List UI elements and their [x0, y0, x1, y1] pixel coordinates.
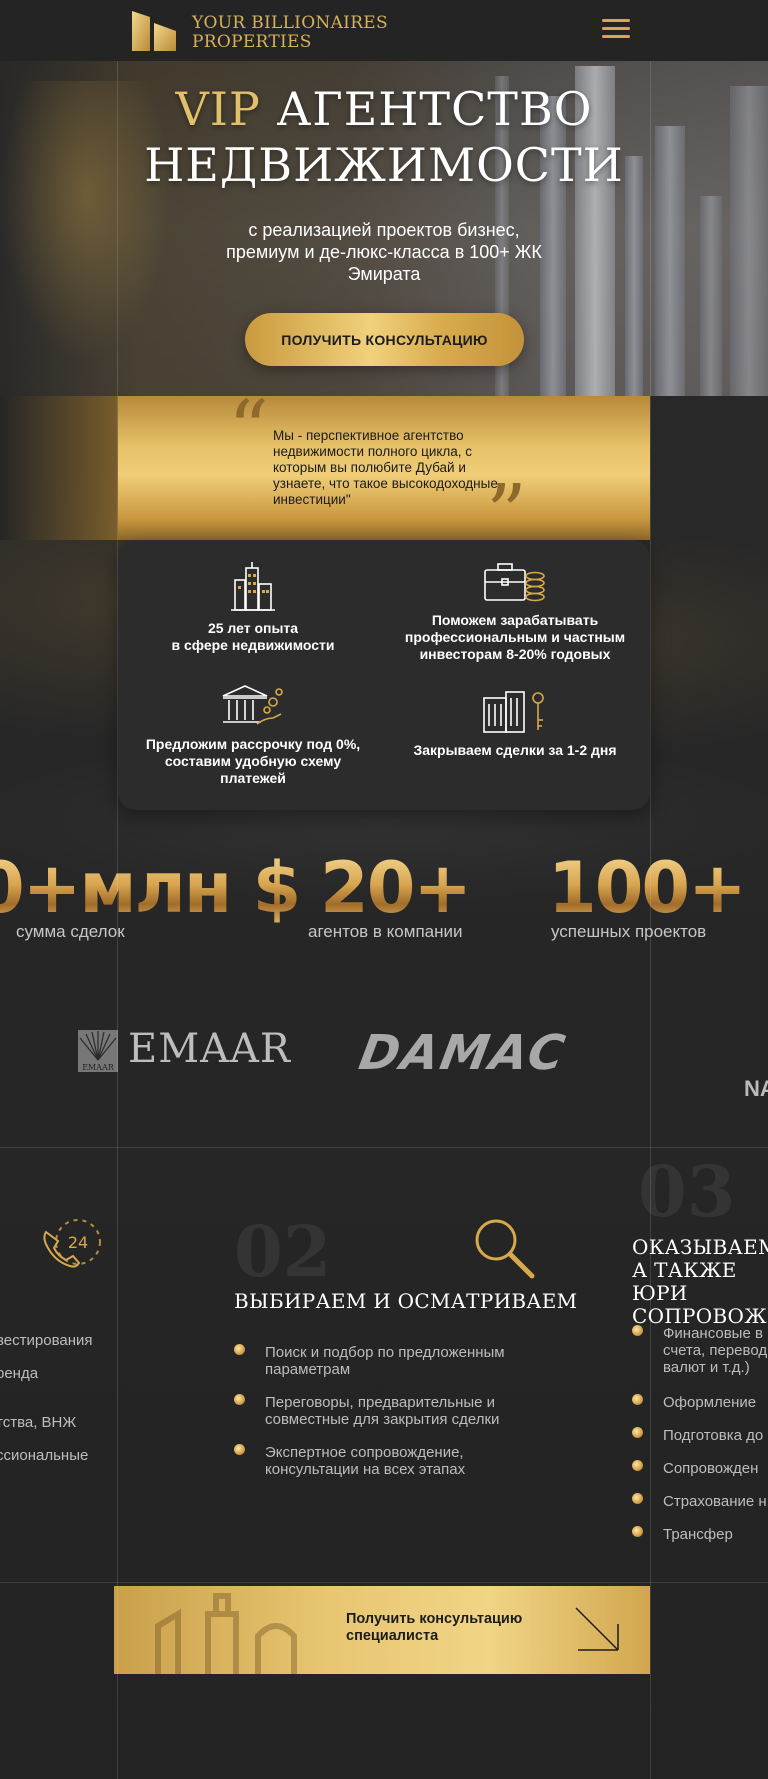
briefcase-coins-icon	[484, 563, 545, 602]
stat-value-agents: 20+	[320, 847, 472, 929]
page: YOUR BILLIONAIRES PROPERTIES VIP АГЕНТСТ…	[0, 0, 768, 1779]
step2-item-line: параметрам	[265, 1361, 351, 1378]
step2-item-line: Поиск и подбор по предложенным	[265, 1344, 505, 1361]
feature-line: Поможем зарабатывать	[431, 612, 599, 628]
feature-earnings: Поможем зарабатывать профессиональным и …	[392, 562, 638, 663]
building-key-icon	[483, 691, 544, 733]
step3-title-line: ОКАЗЫВАЕМ З	[632, 1235, 768, 1259]
hamburger-menu-icon[interactable]	[602, 19, 630, 43]
bullet-icon	[632, 1460, 643, 1471]
emaar-logo-icon: EMAAR	[78, 1030, 118, 1072]
emaar-small-text: EMAAR	[82, 1063, 115, 1072]
skyscraper-image	[700, 196, 722, 396]
phone-24-icon: 24	[43, 1219, 101, 1268]
step1-item: ссиональные	[0, 1447, 89, 1464]
magnifier-icon	[475, 1219, 535, 1279]
bullet-icon	[234, 1444, 245, 1455]
section-divider	[0, 1147, 768, 1148]
hero-title-vip: VIP	[175, 82, 261, 136]
step2-item: Переговоры, предварительные и совместные…	[265, 1394, 499, 1428]
step1-item: тства, ВНЖ	[0, 1414, 77, 1431]
buildings-icon	[231, 562, 275, 611]
step3-title-line: А ТАКЖЕ ЮРИ	[632, 1258, 737, 1305]
city-silhouette-icon	[155, 1593, 297, 1674]
step3-title: ОКАЗЫВАЕМ З А ТАКЖЕ ЮРИ СОПРОВОЖДЕ	[632, 1236, 768, 1328]
stat-value-projects: 100+	[548, 847, 747, 929]
hero-title-agency: АГЕНТСТВО	[276, 82, 593, 136]
hero-section: VIP АГЕНТСТВО НЕДВИЖИМОСТИ с реализацией…	[0, 61, 768, 396]
bullet-icon	[632, 1493, 643, 1504]
feature-line: 25 лет опыта	[207, 620, 299, 636]
logo-text[interactable]: YOUR BILLIONAIRES PROPERTIES	[192, 14, 388, 52]
step1-item: вестирования	[0, 1332, 93, 1349]
step2-item-line: Экспертное сопровождение,	[265, 1444, 464, 1461]
stat-value-deals: 0+млн $	[0, 848, 301, 928]
bullet-icon	[632, 1526, 643, 1537]
bullet-icon	[632, 1394, 643, 1405]
step3-item: Страхование н	[663, 1493, 767, 1510]
step2-item-line: совместные для закрытия сделки	[265, 1411, 500, 1428]
step3-item-line: Финансовые в	[663, 1325, 763, 1342]
partner-logo-cutoff: NA	[744, 1076, 768, 1101]
step2-title: ВЫБИРАЕМ И ОСМАТРИВАЕМ	[234, 1289, 578, 1313]
section-divider	[0, 1582, 768, 1583]
open-quote-icon: “	[228, 383, 269, 476]
step2-item-line: консультации на всех этапах	[265, 1461, 466, 1478]
logo-icon[interactable]	[132, 11, 176, 51]
bottom-cta-text: Получить консультацию специалиста	[346, 1611, 522, 1645]
specialist-consultation-button[interactable]: Получить консультацию специалиста	[114, 1586, 650, 1674]
hero-title-line2: НЕДВИЖИМОСТИ	[144, 138, 624, 192]
quote-section: “ Мы - перспективное агентство недвижимо…	[0, 390, 650, 554]
step3-item: Подготовка до	[663, 1427, 764, 1444]
guide-line	[117, 0, 118, 1779]
get-consultation-button[interactable]: ПОЛУЧИТЬ КОНСУЛЬТАЦИЮ	[245, 313, 524, 366]
feature-fast-deals: Закрываем сделки за 1-2 дня	[392, 690, 638, 759]
step3-item: Оформление	[663, 1394, 757, 1411]
step3-number: 03	[638, 1150, 736, 1233]
phone-badge-text: 24	[68, 1233, 88, 1252]
arrow-down-right-icon	[575, 1607, 619, 1651]
feature-line: Закрываем сделки за 1-2 дня	[413, 742, 617, 758]
features-card: 25 лет опыта в сфере недвижимости Поможе…	[118, 540, 650, 810]
step3-item-line: валют и т.д.)	[663, 1359, 750, 1376]
stat-label-deals: сумма сделок	[16, 922, 125, 941]
bank-hand-coins-icon	[222, 685, 283, 725]
logo-line-2: PROPERTIES	[192, 32, 312, 52]
hero-subtitle: с реализацией проектов бизнес, премиум и…	[226, 220, 542, 284]
feature-experience: 25 лет опыта в сфере недвижимости	[138, 562, 368, 654]
step2-item-line: Переговоры, предварительные и	[265, 1394, 496, 1411]
feature-line: составим удобную схему	[164, 753, 342, 769]
step1-item: ренда	[0, 1365, 39, 1382]
feature-line: инвесторам 8-20% годовых	[419, 646, 611, 662]
bottom-cta-line: специалиста	[346, 1628, 439, 1644]
feature-line: Предложим рассрочку под 0%,	[145, 736, 361, 752]
feature-installment: Предложим рассрочку под 0%, составим удо…	[128, 684, 378, 787]
feature-line: профессиональным и частным	[404, 629, 626, 645]
step3-item: Трансфер	[663, 1526, 733, 1543]
bullet-icon	[234, 1394, 245, 1405]
step3-item: Финансовые в счета, перевод валют и т.д.…	[663, 1325, 767, 1376]
guide-line	[650, 0, 651, 1779]
damac-logo: DAMAC	[355, 1025, 571, 1081]
feature-line: в сфере недвижимости	[171, 637, 335, 653]
step2-number: 02	[234, 1210, 332, 1293]
step2-item: Поиск и подбор по предложенным параметра…	[265, 1344, 505, 1378]
logo-line-1: YOUR BILLIONAIRES	[192, 13, 388, 33]
step3-item-line: счета, перевод	[663, 1342, 768, 1359]
quote-text: Мы - перспективное агентство недвижимост…	[273, 428, 498, 507]
stat-label-agents: агентов в компании	[308, 922, 463, 941]
hero-title: VIP АГЕНТСТВО НЕДВИЖИМОСТИ	[0, 81, 768, 193]
site-header: YOUR BILLIONAIRES PROPERTIES	[0, 0, 768, 61]
stat-label-projects: успешных проектов	[551, 922, 707, 941]
bullet-icon	[632, 1427, 643, 1438]
bottom-cta-line: Получить консультацию	[346, 1611, 523, 1627]
emaar-logo: EMAAR	[128, 1026, 292, 1072]
bullet-icon	[632, 1325, 643, 1336]
step3-item: Сопровожден	[663, 1460, 759, 1477]
bullet-icon	[234, 1344, 245, 1355]
feature-line: платежей	[220, 770, 286, 786]
step2-item: Экспертное сопровождение, консультации н…	[265, 1444, 465, 1478]
